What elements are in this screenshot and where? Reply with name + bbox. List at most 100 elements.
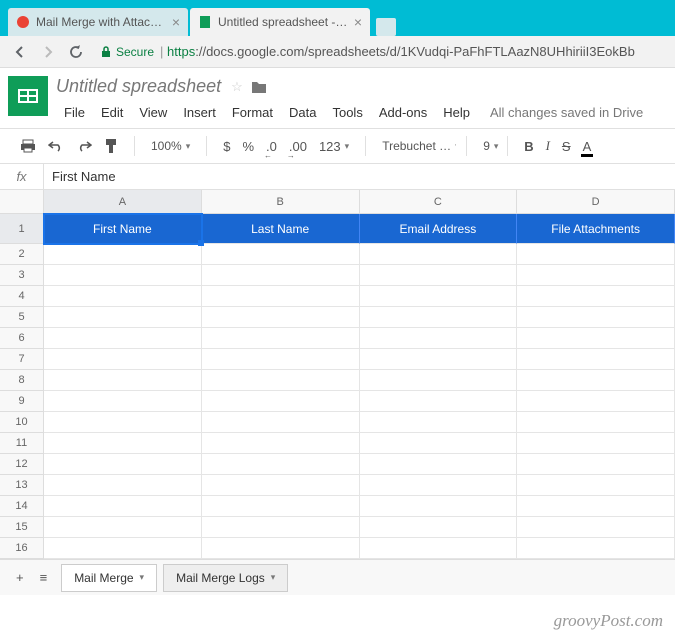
col-header-a[interactable]: A xyxy=(44,190,202,214)
row-header[interactable]: 9 xyxy=(0,391,44,412)
row-header[interactable]: 1 xyxy=(0,214,44,244)
cell[interactable] xyxy=(202,328,360,349)
cell[interactable] xyxy=(44,517,202,538)
row-header[interactable]: 12 xyxy=(0,454,44,475)
cell[interactable] xyxy=(44,328,202,349)
tab-close-icon[interactable]: × xyxy=(354,14,362,30)
cell[interactable] xyxy=(44,307,202,328)
cell[interactable] xyxy=(517,391,675,412)
cell[interactable] xyxy=(44,454,202,475)
cell[interactable] xyxy=(360,538,518,559)
cell[interactable] xyxy=(44,349,202,370)
cell[interactable] xyxy=(202,517,360,538)
sheet-tab-1[interactable]: Mail Merge Logs▾ xyxy=(163,564,288,592)
cell[interactable] xyxy=(44,412,202,433)
row-header[interactable]: 10 xyxy=(0,412,44,433)
menu-file[interactable]: File xyxy=(56,101,93,124)
menu-addons[interactable]: Add-ons xyxy=(371,101,435,124)
browser-tab-0[interactable]: Mail Merge with Attachm × xyxy=(8,8,188,36)
bold-button[interactable]: B xyxy=(518,135,539,158)
col-header-b[interactable]: B xyxy=(202,190,360,214)
cell[interactable] xyxy=(360,349,518,370)
italic-button[interactable]: I xyxy=(540,134,556,158)
increase-decimal-button[interactable]: .00→ xyxy=(283,135,313,158)
forward-button[interactable] xyxy=(36,40,60,64)
cell[interactable] xyxy=(44,244,202,265)
row-header[interactable]: 7 xyxy=(0,349,44,370)
chevron-down-icon[interactable]: ▾ xyxy=(271,572,276,583)
cell[interactable] xyxy=(44,433,202,454)
cell[interactable] xyxy=(517,538,675,559)
sheets-logo-icon[interactable] xyxy=(8,76,48,116)
row-header[interactable]: 13 xyxy=(0,475,44,496)
cell[interactable]: Last Name xyxy=(202,214,360,244)
cell[interactable] xyxy=(44,538,202,559)
cell[interactable] xyxy=(517,475,675,496)
decrease-decimal-button[interactable]: .0← xyxy=(260,135,283,158)
text-color-button[interactable]: A xyxy=(577,135,598,158)
document-title[interactable]: Untitled spreadsheet xyxy=(56,76,221,97)
new-tab-button[interactable] xyxy=(376,18,396,36)
cell[interactable] xyxy=(202,433,360,454)
menu-insert[interactable]: Insert xyxy=(175,101,224,124)
more-formats-dropdown[interactable]: 123 xyxy=(313,135,355,158)
cell[interactable] xyxy=(517,328,675,349)
row-header[interactable]: 5 xyxy=(0,307,44,328)
chevron-down-icon[interactable]: ▾ xyxy=(140,572,145,583)
cell[interactable] xyxy=(202,412,360,433)
cell[interactable] xyxy=(360,328,518,349)
cell[interactable] xyxy=(517,496,675,517)
url-field[interactable]: Secure | https://docs.google.com/spreads… xyxy=(92,44,667,59)
cell[interactable] xyxy=(202,475,360,496)
cell[interactable] xyxy=(517,349,675,370)
cell[interactable] xyxy=(517,244,675,265)
sheet-tab-0[interactable]: Mail Merge▾ xyxy=(61,564,157,592)
format-percent-button[interactable]: % xyxy=(236,135,260,158)
cell[interactable] xyxy=(202,244,360,265)
cell[interactable] xyxy=(44,391,202,412)
font-family-dropdown[interactable]: Trebuchet … xyxy=(376,135,456,157)
font-size-dropdown[interactable]: 9 xyxy=(477,135,497,157)
cell[interactable] xyxy=(360,244,518,265)
cell[interactable] xyxy=(360,412,518,433)
cell[interactable] xyxy=(517,307,675,328)
all-sheets-button[interactable]: ≡ xyxy=(32,566,56,589)
cell[interactable] xyxy=(202,265,360,286)
cell[interactable] xyxy=(202,391,360,412)
print-icon[interactable] xyxy=(14,135,42,157)
cell[interactable] xyxy=(360,517,518,538)
cell[interactable] xyxy=(517,265,675,286)
cell[interactable] xyxy=(44,370,202,391)
cell[interactable] xyxy=(44,265,202,286)
cell[interactable] xyxy=(360,475,518,496)
cell[interactable] xyxy=(202,454,360,475)
cell[interactable] xyxy=(202,307,360,328)
cell[interactable] xyxy=(44,496,202,517)
menu-edit[interactable]: Edit xyxy=(93,101,131,124)
back-button[interactable] xyxy=(8,40,32,64)
undo-icon[interactable] xyxy=(42,136,70,156)
cell[interactable] xyxy=(517,517,675,538)
col-header-c[interactable]: C xyxy=(360,190,518,214)
cell[interactable] xyxy=(360,307,518,328)
row-header[interactable]: 2 xyxy=(0,244,44,265)
menu-help[interactable]: Help xyxy=(435,101,478,124)
cell[interactable] xyxy=(360,265,518,286)
cell[interactable] xyxy=(44,286,202,307)
cell[interactable] xyxy=(202,538,360,559)
cell[interactable] xyxy=(517,412,675,433)
folder-icon[interactable] xyxy=(251,80,267,94)
cell[interactable] xyxy=(360,454,518,475)
cell[interactable] xyxy=(360,391,518,412)
select-all-corner[interactable] xyxy=(0,190,44,214)
cell[interactable] xyxy=(202,286,360,307)
cell[interactable] xyxy=(517,286,675,307)
paint-format-icon[interactable] xyxy=(98,134,124,158)
zoom-dropdown[interactable]: 100% xyxy=(145,135,196,157)
row-header[interactable]: 15 xyxy=(0,517,44,538)
row-header[interactable]: 4 xyxy=(0,286,44,307)
col-header-d[interactable]: D xyxy=(517,190,675,214)
cell[interactable] xyxy=(360,433,518,454)
strikethrough-button[interactable]: S xyxy=(556,135,577,158)
redo-icon[interactable] xyxy=(70,136,98,156)
